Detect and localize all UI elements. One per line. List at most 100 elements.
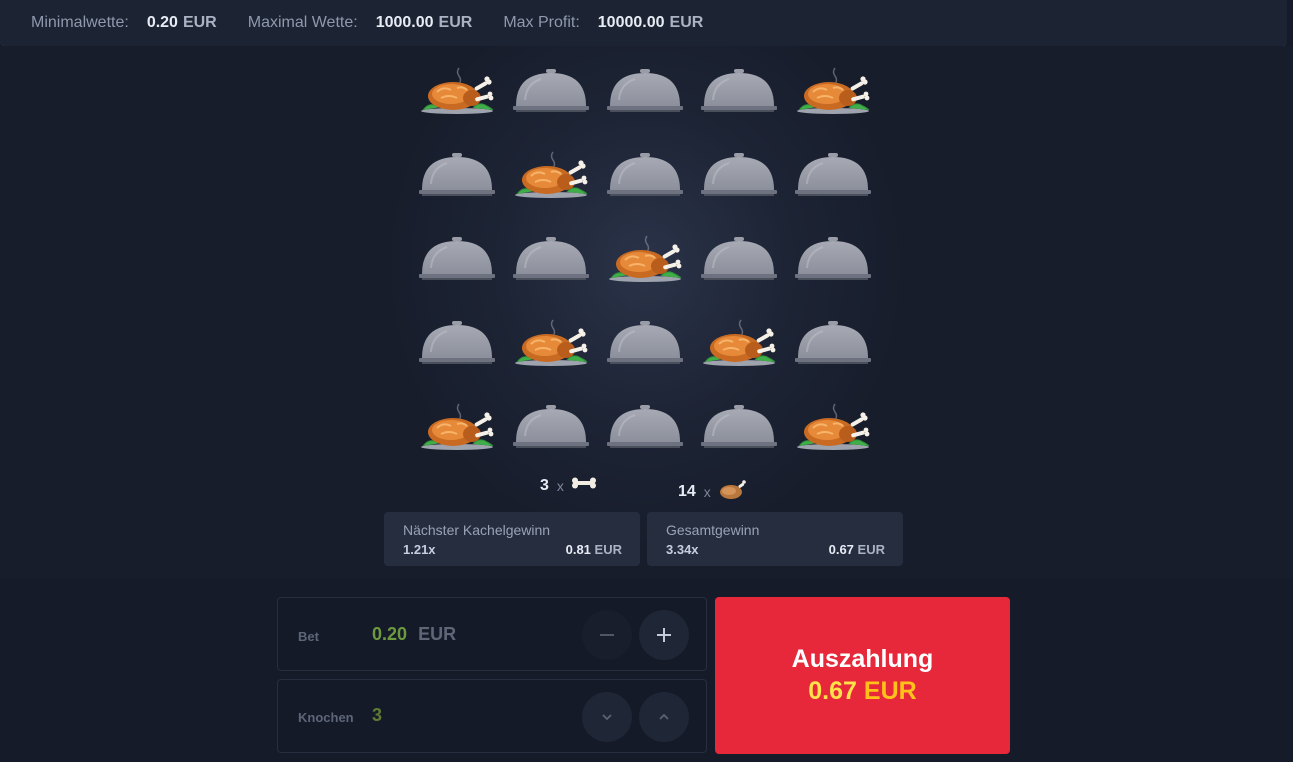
roast-chicken-icon (515, 151, 588, 198)
minus-icon (600, 634, 614, 636)
cloche-icon (607, 405, 683, 448)
chickens-count-value: 14 (678, 482, 696, 500)
revealed-chicken-tile (506, 312, 600, 396)
cashout-amount-group: 0.67 EUR (715, 677, 1010, 706)
bones-control: Knochen 3 (277, 679, 707, 753)
bones-count: 3 x (540, 476, 598, 495)
roast-chicken-icon (797, 403, 870, 450)
revealed-chicken-tile (600, 228, 694, 312)
max-profit-value: 10000.00 (597, 14, 665, 31)
chevron-up-icon (659, 713, 669, 720)
max-bet-unit: EUR (438, 14, 473, 31)
max-bet-label: Maximal Wette: (247, 14, 358, 31)
cloche-icon (513, 237, 589, 280)
roast-chicken-icon (703, 319, 776, 366)
next-tile-multiplier: 1.21x (403, 542, 436, 557)
max-bet-value: 1000.00 (375, 14, 434, 31)
bones-label: Knochen (298, 710, 354, 725)
min-bet-unit: EUR (182, 14, 217, 31)
roast-chicken-icon (609, 235, 682, 282)
max-profit: Max Profit: 10000.00 EUR (503, 14, 703, 32)
revealed-chicken-tile (788, 396, 882, 480)
total-win-amount: 0.67 (828, 542, 854, 557)
decrease-bones-button[interactable] (582, 692, 632, 742)
revealed-chicken-tile (412, 396, 506, 480)
covered-tile[interactable] (788, 312, 882, 396)
increase-bones-button[interactable] (639, 692, 689, 742)
next-tile-unit: EUR (594, 542, 622, 557)
covered-tile[interactable] (694, 396, 788, 480)
covered-tile[interactable] (600, 60, 694, 144)
cashout-amount: 0.67 (808, 677, 857, 705)
covered-tile[interactable] (600, 144, 694, 228)
next-tile-win-box: Nächster Kachelgewinn 1.21x 0.81 EUR (384, 512, 640, 566)
covered-tile[interactable] (506, 396, 600, 480)
cloche-icon (419, 153, 495, 196)
chickens-count-x: x (703, 483, 711, 500)
cloche-icon (795, 321, 871, 364)
cloche-icon (513, 69, 589, 112)
cloche-icon (701, 69, 777, 112)
bet-amount-input[interactable]: 0.20 EUR (372, 624, 456, 645)
revealed-chicken-tile (412, 60, 506, 144)
cloche-icon (607, 321, 683, 364)
count-indicators: 3 x 14 x (0, 476, 1293, 502)
covered-tile[interactable] (412, 144, 506, 228)
cloche-icon (795, 237, 871, 280)
cloche-icon (701, 237, 777, 280)
covered-tile[interactable] (694, 60, 788, 144)
cloche-icon (795, 153, 871, 196)
covered-tile[interactable] (788, 144, 882, 228)
roast-chicken-icon (515, 319, 588, 366)
roast-chicken-icon (421, 403, 494, 450)
covered-tile[interactable] (600, 312, 694, 396)
covered-tile[interactable] (412, 228, 506, 312)
cloche-icon (419, 321, 495, 364)
cloche-icon (607, 153, 683, 196)
next-tile-amount: 0.81 (565, 542, 591, 557)
min-bet: Minimalwette: 0.20 EUR (31, 14, 217, 32)
revealed-chicken-tile (506, 144, 600, 228)
revealed-chicken-tile (788, 60, 882, 144)
cloche-icon (701, 153, 777, 196)
cashout-label: Auszahlung (791, 645, 934, 673)
cashout-button[interactable]: Auszahlung 0.67 EUR (715, 597, 1010, 754)
bones-count-x: x (556, 477, 564, 494)
bones-count-value: 3 (540, 476, 549, 494)
covered-tile[interactable] (600, 396, 694, 480)
min-bet-value: 0.20 (146, 14, 178, 31)
cashout-unit: EUR (863, 677, 917, 705)
total-win-unit: EUR (857, 542, 885, 557)
next-tile-title: Nächster Kachelgewinn (403, 522, 551, 538)
total-win-multiplier: 3.34x (666, 542, 699, 557)
bones-value-input[interactable]: 3 (372, 705, 382, 726)
revealed-chicken-tile (694, 312, 788, 396)
cloche-icon (607, 69, 683, 112)
bet-limits-bar: Minimalwette: 0.20 EUR Maximal Wette: 10… (0, 0, 1287, 46)
bet-value: 0.20 (372, 624, 408, 644)
bet-control: Bet 0.20 EUR (277, 597, 707, 671)
covered-tile[interactable] (506, 60, 600, 144)
covered-tile[interactable] (694, 144, 788, 228)
max-profit-unit: EUR (669, 14, 704, 31)
bet-unit: EUR (418, 624, 457, 644)
decrease-bet-button[interactable] (582, 610, 632, 660)
covered-tile[interactable] (412, 312, 506, 396)
bone-icon (570, 476, 598, 495)
increase-bet-button[interactable] (639, 610, 689, 660)
chickens-count: 14 x (678, 476, 747, 507)
covered-tile[interactable] (506, 228, 600, 312)
total-win-amount-group: 0.67 EUR (829, 542, 885, 557)
chevron-down-icon (602, 714, 612, 721)
plus-icon (657, 628, 671, 642)
cloche-icon (701, 405, 777, 448)
cloche-icon (513, 405, 589, 448)
total-win-box: Gesamtgewinn 3.34x 0.67 EUR (647, 512, 903, 566)
chicken-icon (717, 476, 747, 507)
covered-tile[interactable] (788, 228, 882, 312)
game-board (412, 60, 882, 480)
min-bet-label: Minimalwette: (31, 14, 129, 31)
covered-tile[interactable] (694, 228, 788, 312)
roast-chicken-icon (421, 67, 494, 114)
total-win-title: Gesamtgewinn (666, 522, 760, 538)
